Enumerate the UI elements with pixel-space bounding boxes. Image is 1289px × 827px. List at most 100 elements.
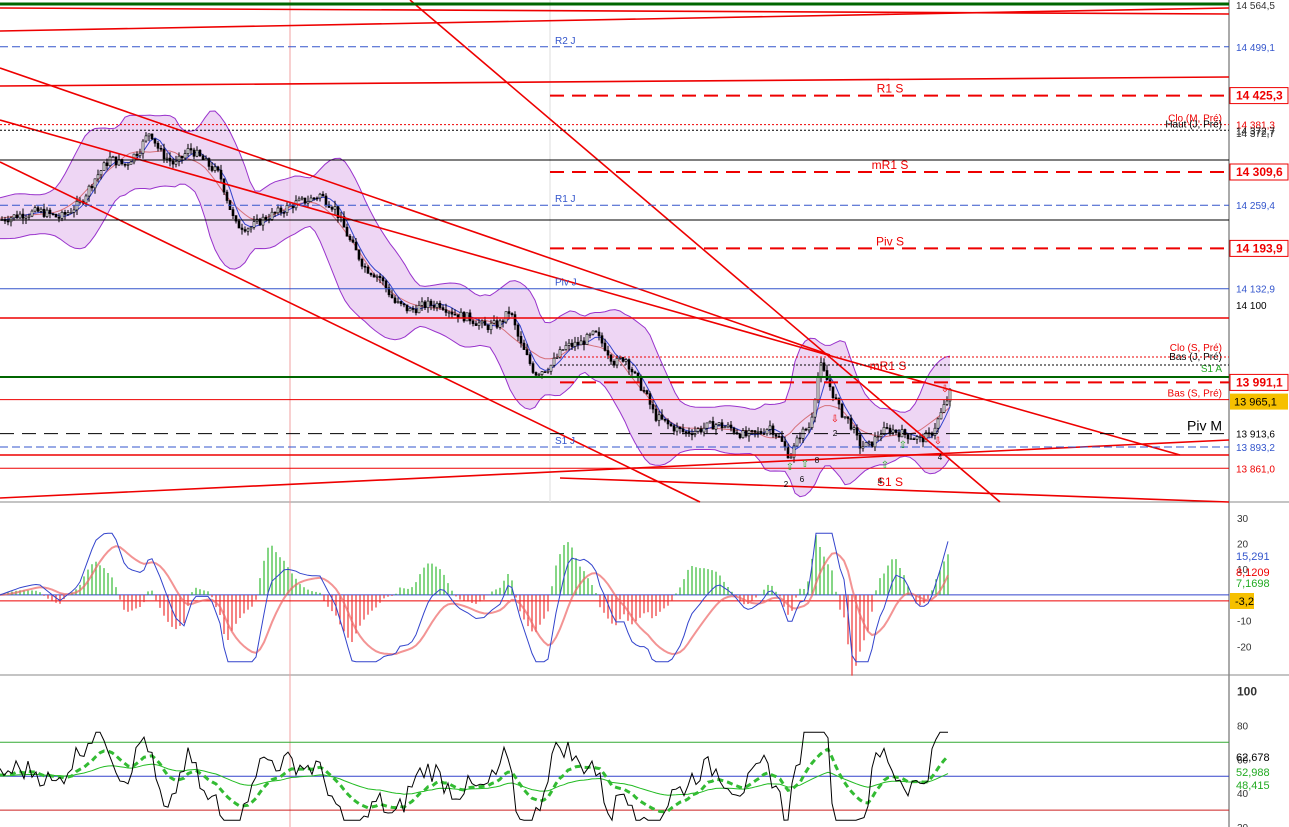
- signal-arrow: ⇩: [831, 414, 839, 425]
- candle-body: [225, 191, 229, 201]
- signal-arrow: ⇧: [801, 459, 809, 470]
- overlay-label: mR1 S: [870, 359, 907, 373]
- candle-body: [447, 311, 451, 314]
- candle-body: [654, 408, 658, 421]
- candle-body: [786, 446, 790, 459]
- candle-body: [189, 148, 193, 151]
- candle-body: [783, 441, 787, 448]
- candle-body: [570, 342, 574, 347]
- price-tag: 14 259,4: [1236, 201, 1275, 212]
- candle-body: [477, 322, 481, 326]
- candle-body: [942, 404, 946, 413]
- candle-body: [492, 320, 496, 324]
- last-price-label: 13 965,1: [1234, 397, 1277, 409]
- candle-body: [381, 277, 385, 282]
- candle-body: [282, 212, 286, 214]
- candle-body: [309, 197, 313, 202]
- candle-body: [543, 371, 547, 373]
- signal-arrow: ⇧: [899, 440, 907, 451]
- candle-body: [876, 436, 880, 439]
- candle-body: [420, 301, 424, 306]
- candle-body: [411, 308, 415, 310]
- candle-body: [156, 142, 160, 149]
- price-tag: 13 893,2: [1236, 443, 1275, 454]
- candle-body: [681, 428, 685, 433]
- candle-body: [723, 426, 727, 429]
- price-level-label: Piv S: [876, 234, 904, 248]
- candle-body: [753, 430, 757, 433]
- candle-body: [351, 239, 355, 243]
- bollinger-band-fill: [0, 111, 950, 497]
- candle-body: [360, 258, 364, 267]
- candle-body: [528, 354, 532, 364]
- candle-body: [804, 428, 808, 431]
- candle-body: [468, 312, 472, 322]
- rsi-tick: 20: [1237, 823, 1249, 827]
- candle-body: [822, 362, 826, 371]
- rsi-tick: 80: [1237, 721, 1249, 732]
- candle-body: [513, 314, 517, 326]
- signal-arrow: ⇩: [934, 436, 942, 447]
- candle-body: [531, 363, 535, 373]
- candle-body: [270, 211, 274, 220]
- candle-body: [633, 371, 637, 374]
- candle-body: [384, 280, 388, 289]
- candle-body: [252, 221, 256, 228]
- signal-line: [0, 545, 949, 656]
- oscillator-line: [0, 532, 949, 663]
- candle-body: [885, 427, 889, 429]
- candle-body: [534, 372, 538, 376]
- price-tag: 14 425,3: [1236, 89, 1283, 103]
- candle-body: [297, 198, 301, 202]
- candle-body: [564, 344, 568, 350]
- candle-body: [594, 330, 598, 333]
- candle-body: [69, 212, 73, 214]
- signal-arrow: ⇧: [881, 460, 889, 471]
- oscillator-tick: 30: [1237, 514, 1249, 525]
- candle-body: [345, 226, 349, 237]
- rsi-tick: 100: [1237, 685, 1257, 699]
- candle-body: [402, 303, 406, 306]
- candle-body: [516, 324, 520, 337]
- candle-body: [438, 302, 442, 308]
- candle-body: [165, 157, 169, 160]
- candle-body: [717, 422, 721, 425]
- candle-body: [474, 323, 478, 326]
- candle-body: [159, 148, 163, 150]
- candle-body: [525, 349, 529, 356]
- candle-body: [93, 178, 97, 189]
- candle-body: [726, 424, 730, 428]
- candle-body: [63, 212, 67, 215]
- candle-body: [774, 434, 778, 437]
- candle-body: [585, 334, 589, 345]
- candle-body: [333, 206, 337, 210]
- candle-body: [441, 307, 445, 310]
- candle-body: [435, 302, 439, 308]
- candle-body: [909, 438, 913, 441]
- candle-body: [756, 431, 760, 433]
- candle-body: [684, 431, 688, 434]
- candle-body: [174, 161, 178, 165]
- price-level-label: R2 J: [555, 36, 576, 47]
- price-tag: 14 193,9: [1236, 241, 1283, 255]
- candle-body: [552, 357, 556, 366]
- rsi-long-average: [0, 763, 949, 796]
- price-level-label: Haut (J, Pré): [1165, 119, 1222, 130]
- candle-body: [153, 138, 157, 144]
- candle-body: [306, 201, 310, 204]
- candle-body: [813, 399, 817, 418]
- rsi-value: 48,415: [1236, 780, 1270, 792]
- candle-body: [678, 426, 682, 430]
- candle-body: [201, 155, 205, 161]
- candle-body: [810, 416, 814, 428]
- candle-body: [669, 423, 673, 427]
- price-level-label: S1 J: [555, 436, 575, 447]
- candle-body: [129, 161, 133, 165]
- candle-body: [39, 208, 43, 212]
- candle-body: [858, 434, 862, 449]
- candle-body: [42, 208, 46, 217]
- candle-body: [57, 216, 61, 219]
- candle-body: [486, 325, 490, 330]
- candle-body: [303, 197, 307, 204]
- candle-body: [405, 304, 409, 312]
